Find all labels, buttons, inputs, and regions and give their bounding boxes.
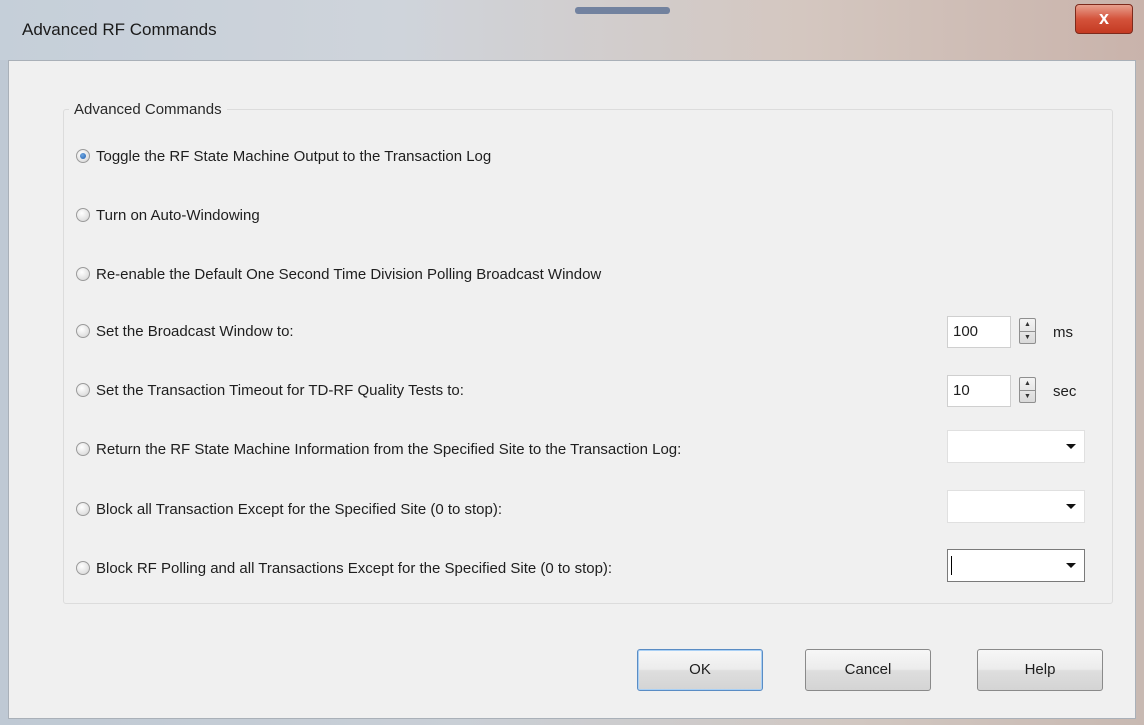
- window-title: Advanced RF Commands: [22, 20, 217, 39]
- block-transactions-site-dropdown[interactable]: [947, 490, 1085, 523]
- dialog-body: Advanced Commands Toggle the RF State Ma…: [8, 60, 1136, 719]
- close-icon: x: [1098, 8, 1109, 28]
- spin-arrows-icon[interactable]: ▲ ▼: [1019, 318, 1036, 344]
- title-bar[interactable]: Advanced RF Commands x: [0, 0, 1144, 60]
- broadcast-window-unit: ms: [1053, 324, 1073, 341]
- option-label: Block RF Polling and all Transactions Ex…: [96, 559, 613, 577]
- option-reenable-default-window[interactable]: Re-enable the Default One Second Time Di…: [76, 264, 601, 284]
- option-label: Toggle the RF State Machine Output to th…: [96, 147, 492, 165]
- spin-down-button[interactable]: ▼: [1020, 331, 1035, 344]
- ok-button[interactable]: OK: [637, 649, 763, 691]
- advanced-commands-group: Advanced Commands Toggle the RF State Ma…: [63, 101, 1113, 604]
- option-set-broadcast-window[interactable]: Set the Broadcast Window to:: [76, 321, 294, 341]
- radio-button[interactable]: [76, 149, 90, 163]
- spin-up-button[interactable]: ▲: [1020, 378, 1035, 390]
- spin-down-button[interactable]: ▼: [1020, 390, 1035, 403]
- chevron-down-icon[interactable]: [1066, 563, 1076, 568]
- close-button[interactable]: x: [1075, 4, 1133, 34]
- spin-up-button[interactable]: ▲: [1020, 319, 1035, 331]
- text-caret: [951, 556, 952, 575]
- radio-button[interactable]: [76, 383, 90, 397]
- chevron-down-icon[interactable]: [1066, 504, 1076, 509]
- spin-arrows-icon[interactable]: ▲ ▼: [1019, 377, 1036, 403]
- cancel-button[interactable]: Cancel: [805, 649, 931, 691]
- help-button[interactable]: Help: [977, 649, 1103, 691]
- transaction-timeout-input[interactable]: 10: [947, 375, 1011, 407]
- radio-button[interactable]: [76, 324, 90, 338]
- option-label: Re-enable the Default One Second Time Di…: [96, 265, 602, 283]
- group-title: Advanced Commands: [69, 101, 227, 118]
- radio-button[interactable]: [76, 502, 90, 516]
- option-label: Return the RF State Machine Information …: [96, 440, 682, 458]
- option-return-state-machine-info[interactable]: Return the RF State Machine Information …: [76, 439, 681, 459]
- dialog-window: Advanced RF Commands x Advanced Commands…: [0, 0, 1144, 725]
- option-set-transaction-timeout[interactable]: Set the Transaction Timeout for TD-RF Qu…: [76, 380, 464, 400]
- radio-button[interactable]: [76, 208, 90, 222]
- option-auto-windowing[interactable]: Turn on Auto-Windowing: [76, 205, 260, 225]
- option-label: Block all Transaction Except for the Spe…: [96, 500, 503, 518]
- radio-button[interactable]: [76, 561, 90, 575]
- option-label: Set the Transaction Timeout for TD-RF Qu…: [96, 381, 464, 399]
- option-label: Set the Broadcast Window to:: [96, 322, 294, 340]
- option-label: Turn on Auto-Windowing: [96, 206, 260, 224]
- broadcast-window-input[interactable]: 100: [947, 316, 1011, 348]
- chevron-down-icon[interactable]: [1066, 444, 1076, 449]
- option-toggle-state-machine-output[interactable]: Toggle the RF State Machine Output to th…: [76, 146, 491, 166]
- transaction-timeout-unit: sec: [1053, 383, 1077, 400]
- block-polling-site-dropdown[interactable]: [947, 549, 1085, 582]
- radio-button[interactable]: [76, 267, 90, 281]
- option-block-transactions[interactable]: Block all Transaction Except for the Spe…: [76, 499, 502, 519]
- return-info-site-dropdown[interactable]: [947, 430, 1085, 463]
- option-block-rf-polling[interactable]: Block RF Polling and all Transactions Ex…: [76, 558, 612, 578]
- radio-button[interactable]: [76, 442, 90, 456]
- title-bar-accent: [575, 7, 670, 14]
